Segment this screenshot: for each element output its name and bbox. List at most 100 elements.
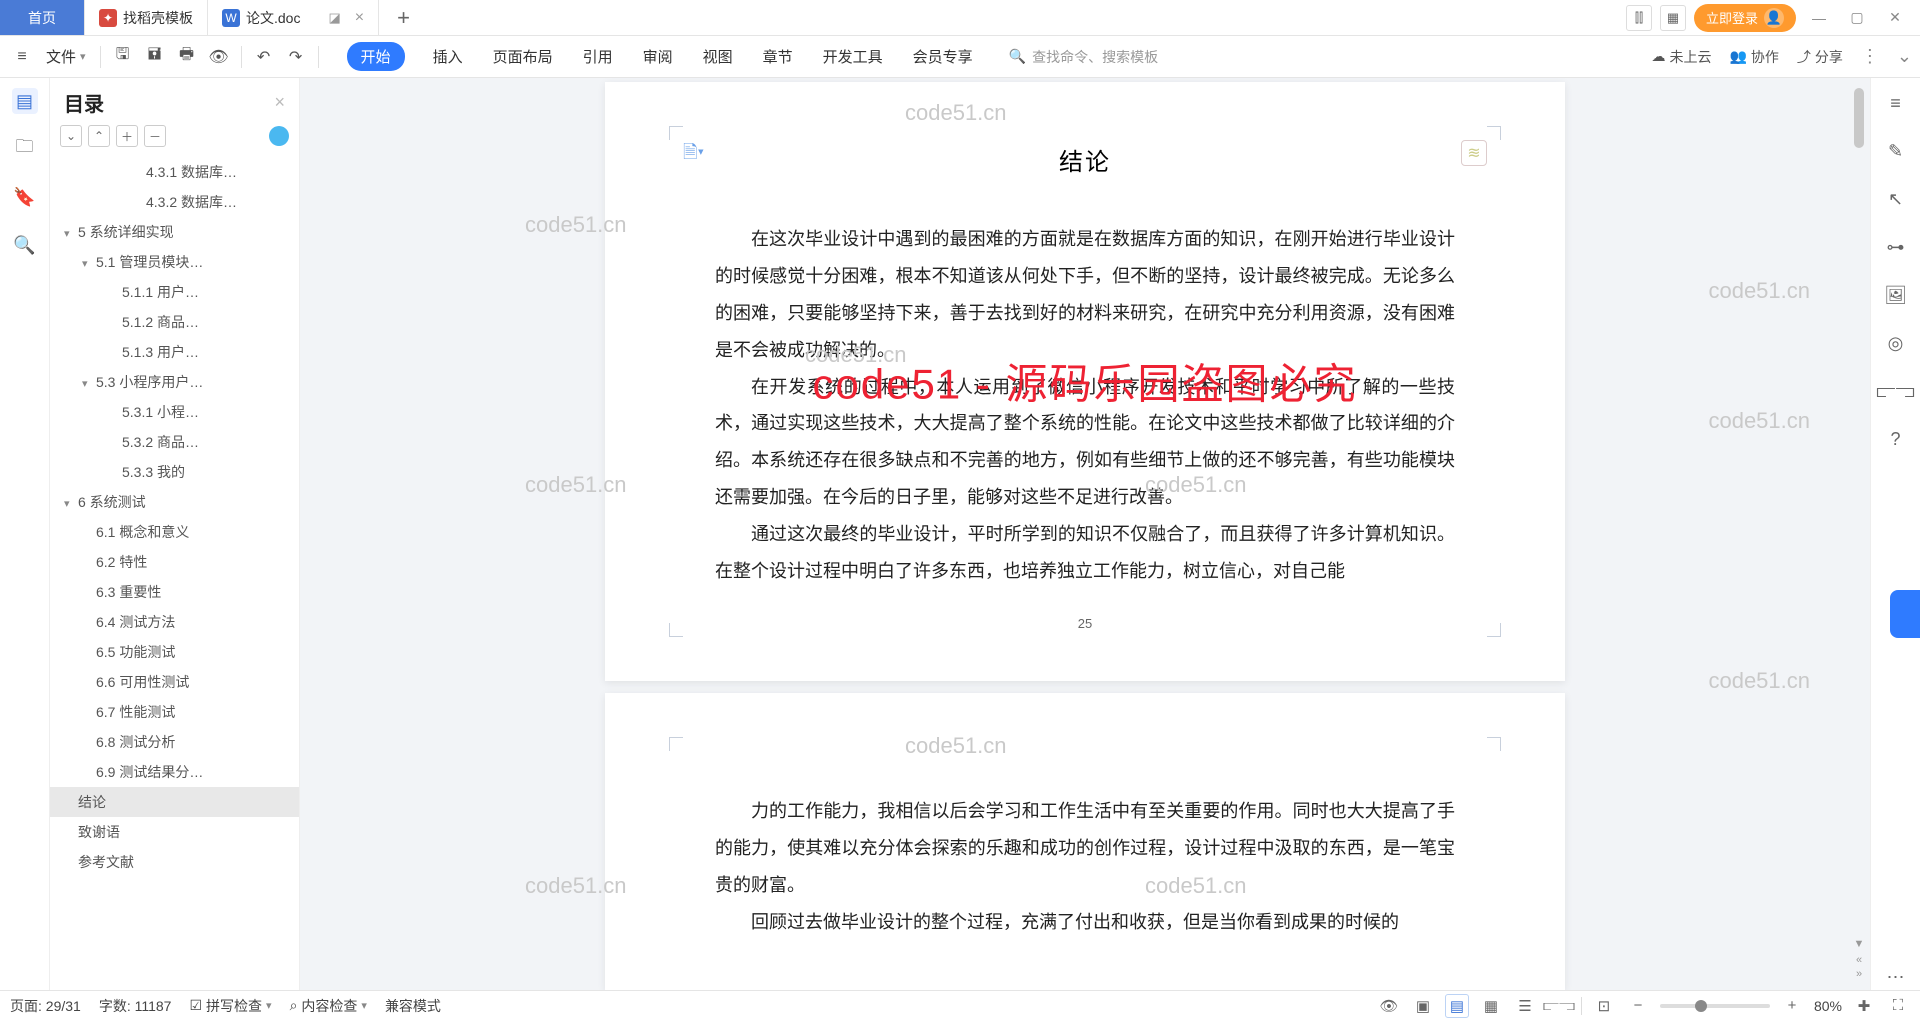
- find-icon[interactable]: 🔍: [12, 232, 38, 258]
- scroll-thumb[interactable]: [1854, 88, 1864, 148]
- add-heading-icon[interactable]: ＋: [116, 125, 138, 147]
- rib-tab-reference[interactable]: 引用: [581, 42, 615, 71]
- rib-tab-review[interactable]: 审阅: [641, 42, 675, 71]
- outline-item[interactable]: ▾5.1 管理员模块…: [50, 247, 299, 277]
- page-view-icon[interactable]: ▤: [1445, 994, 1469, 1018]
- spellcheck-button[interactable]: ☑拼写检查: [189, 996, 271, 1016]
- menu-icon[interactable]: ≡: [8, 43, 36, 71]
- collab-button[interactable]: 👥协作: [1729, 47, 1778, 67]
- outline-item[interactable]: 结论: [50, 787, 299, 817]
- file-menu[interactable]: 文件▾: [40, 46, 92, 67]
- page-indicator[interactable]: 页面: 29/31: [10, 996, 81, 1016]
- outline-item[interactable]: 4.3.1 数据库…: [50, 157, 299, 187]
- share-button[interactable]: ⤴分享: [1797, 47, 1843, 67]
- scroll-down-icon[interactable]: ▼: [1852, 938, 1866, 952]
- outline-item[interactable]: 5.3.1 小程…: [50, 397, 299, 427]
- rib-tab-section[interactable]: 章节: [761, 42, 795, 71]
- new-tab-button[interactable]: +: [379, 0, 428, 35]
- zoom-in-icon[interactable]: +: [1780, 994, 1804, 1018]
- zoom-fit-icon[interactable]: ⊡: [1592, 994, 1616, 1018]
- eye-icon[interactable]: 👁: [1377, 994, 1401, 1018]
- help-icon[interactable]: ?: [1883, 426, 1909, 452]
- outline-item[interactable]: 5.3.2 商品…: [50, 427, 299, 457]
- outline-item[interactable]: 5.1.2 商品…: [50, 307, 299, 337]
- layout-icon[interactable]: ⫿⫿: [1626, 5, 1652, 31]
- outline-item[interactable]: 6.7 性能测试: [50, 697, 299, 727]
- outline-item[interactable]: ▾6 系统测试: [50, 487, 299, 517]
- remove-heading-icon[interactable]: －: [144, 125, 166, 147]
- popout-icon[interactable]: ◪: [328, 10, 340, 26]
- more-tools-icon[interactable]: ⋯: [1883, 964, 1909, 990]
- outline-view-icon[interactable]: ☰: [1513, 994, 1537, 1018]
- outline-item[interactable]: 参考文献: [50, 847, 299, 877]
- outline-item[interactable]: 5.1.1 用户…: [50, 277, 299, 307]
- outline-item[interactable]: 5.1.3 用户…: [50, 337, 299, 367]
- outline-item[interactable]: 6.5 功能测试: [50, 637, 299, 667]
- redo-icon[interactable]: ↷: [282, 43, 310, 71]
- outline-item[interactable]: 4.3.2 数据库…: [50, 187, 299, 217]
- login-button[interactable]: 立即登录 👤: [1694, 4, 1796, 32]
- document-area[interactable]: 🗎▾ ≋ 结论 在这次毕业设计中遇到的最困难的方面就是在数据库方面的知识，在刚开…: [300, 78, 1870, 990]
- adjust-icon[interactable]: ⊶: [1883, 234, 1909, 260]
- scroll-next-icon[interactable]: »: [1852, 968, 1866, 982]
- tab-home[interactable]: 首页: [0, 0, 85, 35]
- side-handle[interactable]: [1890, 590, 1920, 638]
- vertical-scrollbar[interactable]: ▲ ▼ « »: [1852, 88, 1866, 980]
- print-icon[interactable]: 🖶: [173, 43, 201, 71]
- content-check-button[interactable]: ⌕内容检查: [290, 996, 367, 1016]
- read-icon[interactable]: ⫍⫎: [1883, 378, 1909, 404]
- outline-item[interactable]: ▾5.3 小程序用户…: [50, 367, 299, 397]
- undo-icon[interactable]: ↶: [250, 43, 278, 71]
- outline-item[interactable]: 6.9 测试结果分…: [50, 757, 299, 787]
- collapse-all-icon[interactable]: ⌄: [60, 125, 82, 147]
- outline-item[interactable]: 6.2 特性: [50, 547, 299, 577]
- outline-item[interactable]: 致谢语: [50, 817, 299, 847]
- save-icon[interactable]: 🖫: [109, 43, 137, 71]
- close-window-button[interactable]: ✕: [1880, 3, 1910, 33]
- rib-tab-layout[interactable]: 页面布局: [491, 42, 555, 71]
- close-icon[interactable]: ×: [355, 9, 364, 27]
- expand-all-icon[interactable]: ⌃: [88, 125, 110, 147]
- read-view-icon[interactable]: ⫍⫎: [1547, 994, 1571, 1018]
- cloud-status[interactable]: ☁未上云: [1651, 47, 1711, 67]
- outline-item[interactable]: 6.6 可用性测试: [50, 667, 299, 697]
- rib-tab-start[interactable]: 开始: [347, 42, 405, 71]
- more-icon[interactable]: ⋮: [1861, 46, 1879, 67]
- outline-item[interactable]: 6.8 测试分析: [50, 727, 299, 757]
- add-tool-icon[interactable]: ✚: [1852, 994, 1876, 1018]
- scroll-prev-icon[interactable]: «: [1852, 954, 1866, 968]
- bookmark-icon[interactable]: 🔖: [12, 184, 38, 210]
- outline-icon[interactable]: ▤: [12, 88, 38, 114]
- zoom-out-icon[interactable]: −: [1626, 994, 1650, 1018]
- rib-tab-insert[interactable]: 插入: [431, 42, 465, 71]
- close-outline-icon[interactable]: ×: [274, 92, 285, 113]
- pen-icon[interactable]: ✎: [1883, 138, 1909, 164]
- maximize-button[interactable]: ▢: [1842, 3, 1872, 33]
- command-search[interactable]: 🔍 查找命令、搜索模板: [1009, 47, 1158, 67]
- preview-icon[interactable]: 👁: [205, 43, 233, 71]
- collapse-ribbon-icon[interactable]: ⌄: [1897, 46, 1912, 67]
- rib-tab-member[interactable]: 会员专享: [911, 42, 975, 71]
- settings-icon[interactable]: ≡: [1883, 90, 1909, 116]
- folder-icon[interactable]: 🗀: [12, 136, 38, 162]
- fullscreen-icon[interactable]: ⛶: [1886, 994, 1910, 1018]
- zoom-slider[interactable]: [1660, 1004, 1770, 1008]
- minimize-button[interactable]: —: [1804, 3, 1834, 33]
- image-icon[interactable]: 🖼: [1883, 282, 1909, 308]
- page-header-icon[interactable]: 🗎▾: [683, 140, 704, 170]
- focus-icon[interactable]: ▣: [1411, 994, 1435, 1018]
- word-count[interactable]: 字数: 11187: [99, 996, 172, 1016]
- outline-item[interactable]: 6.1 概念和意义: [50, 517, 299, 547]
- rib-tab-dev[interactable]: 开发工具: [821, 42, 885, 71]
- web-view-icon[interactable]: ▦: [1479, 994, 1503, 1018]
- outline-item[interactable]: 6.3 重要性: [50, 577, 299, 607]
- outline-item[interactable]: ▾5 系统详细实现: [50, 217, 299, 247]
- tab-document[interactable]: W 论文.doc ◪ ×: [208, 0, 379, 35]
- outline-item[interactable]: 5.3.3 我的: [50, 457, 299, 487]
- apps-icon[interactable]: ▦: [1660, 5, 1686, 31]
- page-filter-icon[interactable]: ≋: [1461, 140, 1487, 166]
- select-icon[interactable]: ↖: [1883, 186, 1909, 212]
- zoom-value[interactable]: 80%: [1814, 998, 1842, 1014]
- save-as-icon[interactable]: 🖬: [141, 43, 169, 71]
- target-icon[interactable]: ◎: [1883, 330, 1909, 356]
